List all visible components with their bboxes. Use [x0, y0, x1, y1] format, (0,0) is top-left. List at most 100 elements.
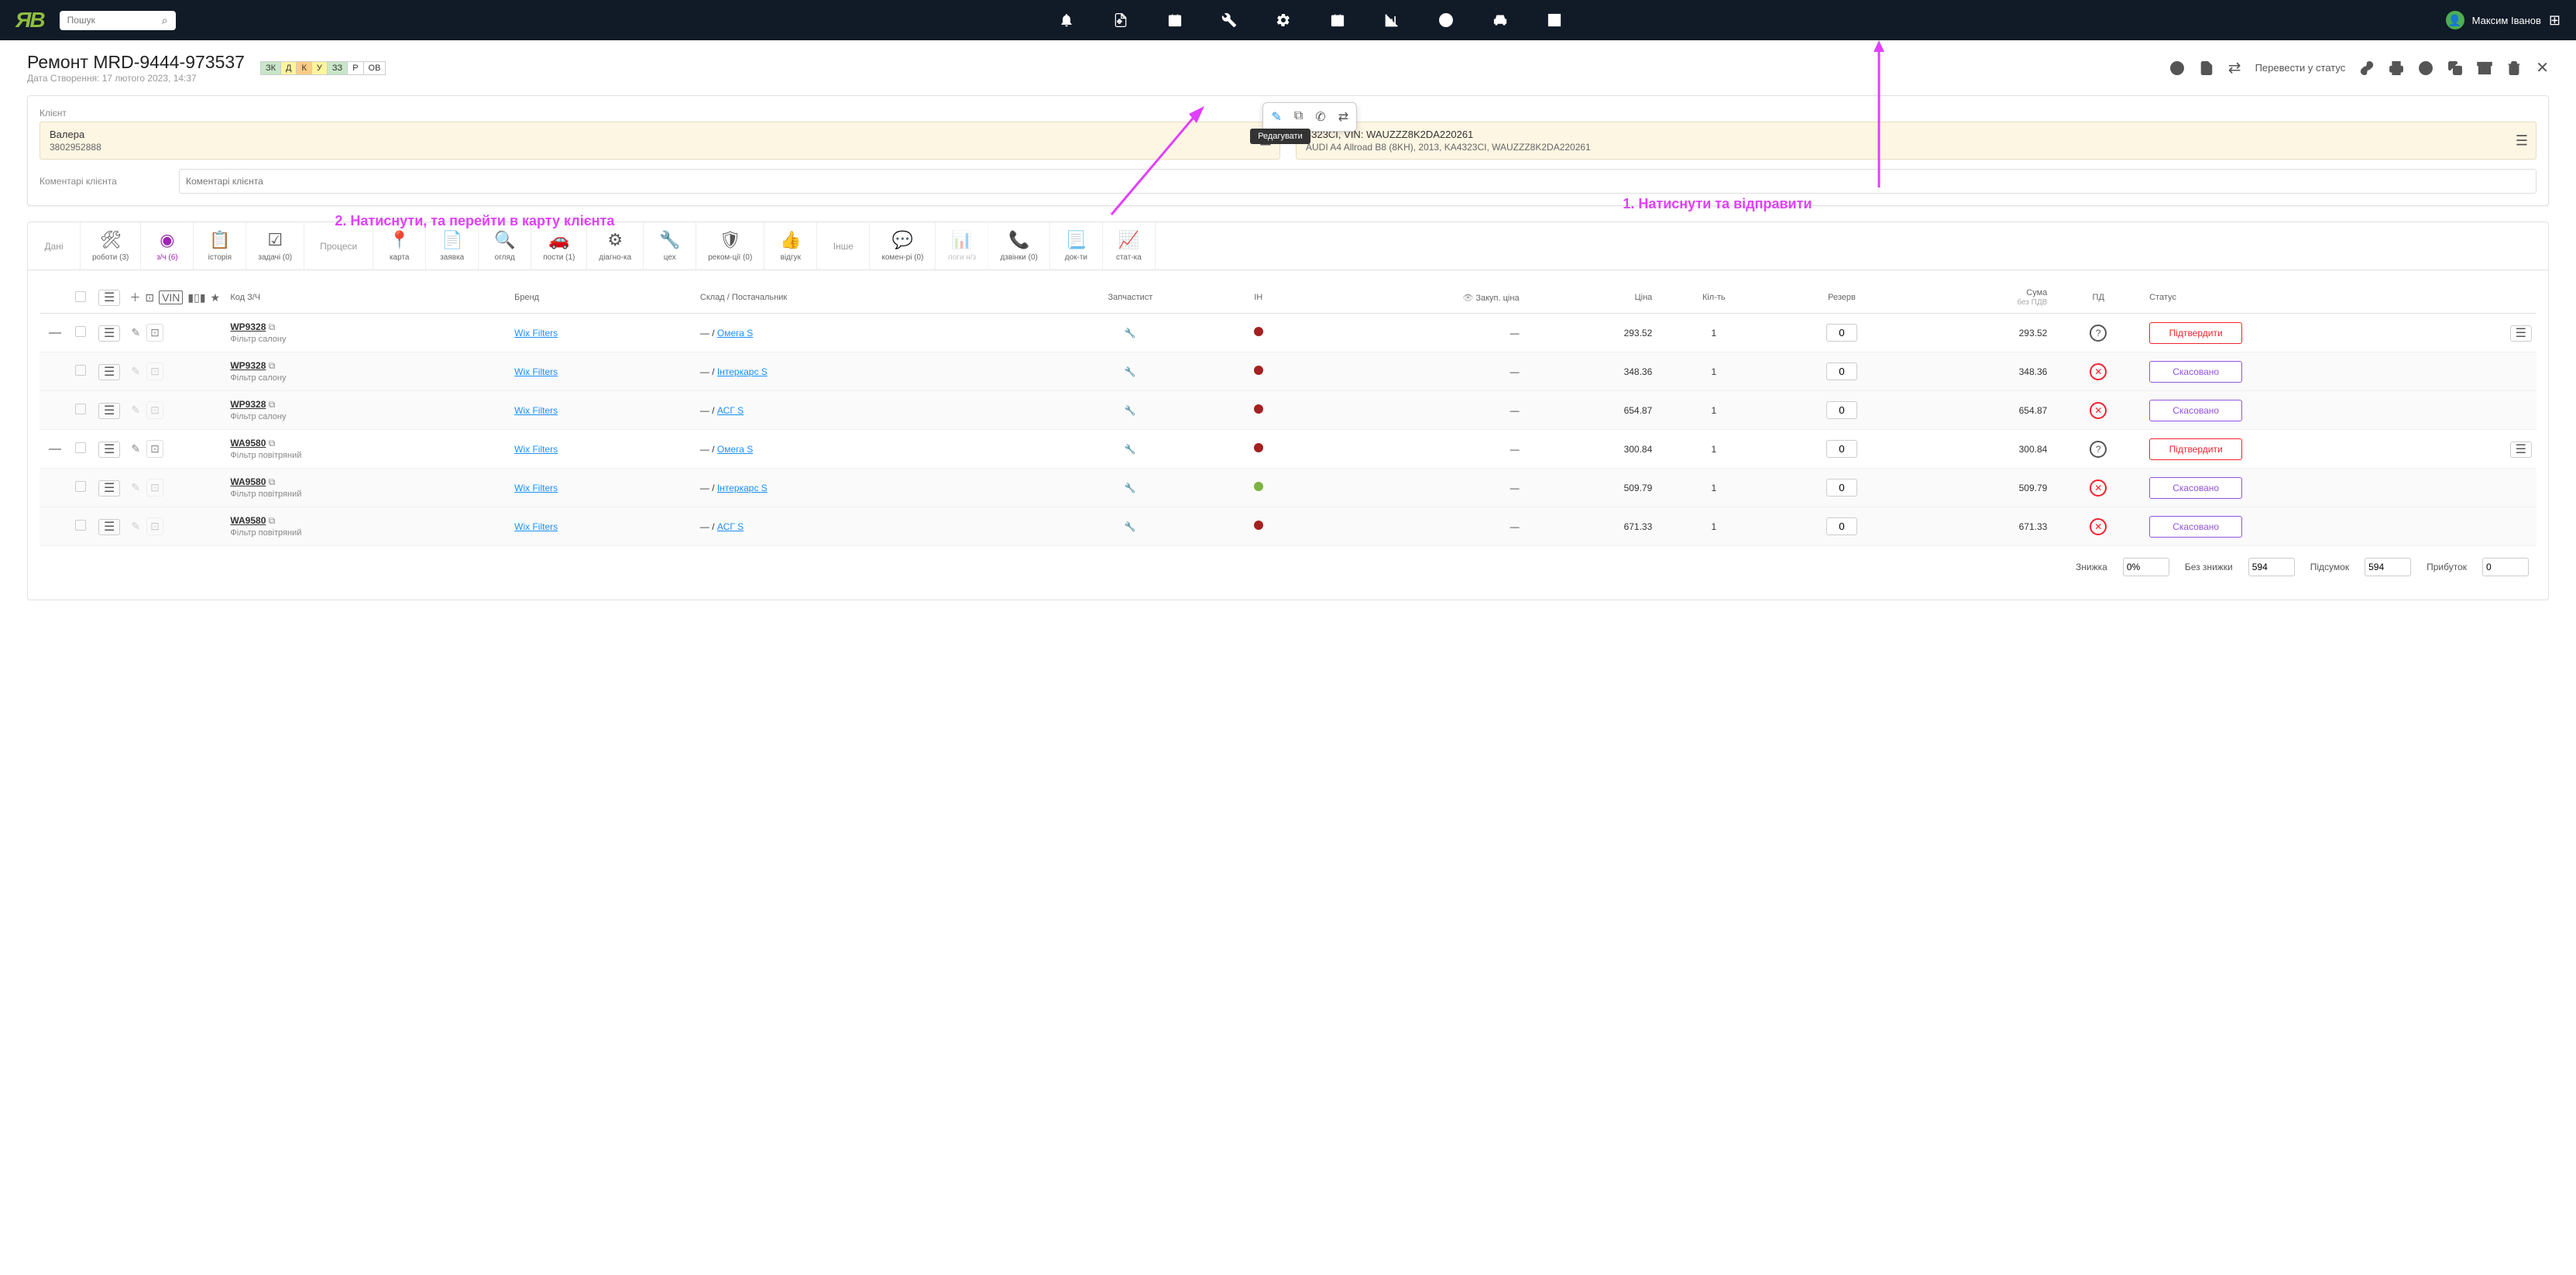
- supplier-link[interactable]: Інтеркарс S: [717, 366, 768, 377]
- phone-popup-icon[interactable]: ✆: [1312, 108, 1328, 126]
- grid-icon[interactable]: [1547, 12, 1562, 29]
- tab-history[interactable]: 📋історія: [194, 222, 246, 270]
- chart-icon[interactable]: [1384, 12, 1400, 29]
- status-button[interactable]: Підтвердити: [2149, 322, 2242, 344]
- row-checkbox[interactable]: [75, 481, 86, 492]
- cancel-x-icon[interactable]: ✕: [2090, 402, 2107, 419]
- cancel-x-icon[interactable]: ✕: [2090, 479, 2107, 497]
- status-button[interactable]: Скасовано: [2149, 477, 2242, 499]
- pill-ov[interactable]: ОВ: [364, 62, 386, 74]
- archive-icon[interactable]: [2477, 59, 2492, 77]
- header-checkbox[interactable]: [75, 291, 86, 302]
- collapse-button[interactable]: —: [44, 442, 66, 455]
- row-config-icon[interactable]: ⊡: [146, 401, 163, 419]
- row-menu-button[interactable]: ☰: [2510, 442, 2532, 458]
- copy-popup-icon[interactable]: ⧉: [1291, 108, 1306, 126]
- wrench-cell-icon[interactable]: 🔧: [1125, 328, 1136, 339]
- vehicle-box[interactable]: 4323CI, VIN: WAUZZZ8K2DA220261 AUDI A4 A…: [1296, 122, 2537, 160]
- row-drag-button[interactable]: ☰: [98, 442, 120, 458]
- brand-link[interactable]: Wix Filters: [514, 328, 558, 339]
- brand-link[interactable]: Wix Filters: [514, 483, 558, 493]
- part-code-link[interactable]: WA9580: [230, 438, 266, 448]
- supplier-link[interactable]: Омега S: [717, 328, 753, 339]
- row-drag-button[interactable]: ☰: [98, 325, 120, 342]
- eye-off-icon[interactable]: 👁: [1462, 294, 1473, 303]
- brand-link[interactable]: Wix Filters: [514, 366, 558, 377]
- copy-code-icon[interactable]: ⧉: [269, 515, 276, 526]
- apps-icon[interactable]: ⊞: [2549, 12, 2561, 29]
- copy-code-icon[interactable]: ⧉: [269, 438, 276, 448]
- pill-k[interactable]: К: [297, 62, 311, 74]
- pill-d[interactable]: Д: [281, 62, 297, 74]
- supplier-link[interactable]: АСГ S: [717, 521, 744, 532]
- reserve-input[interactable]: [1826, 479, 1857, 497]
- wrench-cell-icon[interactable]: 🔧: [1125, 521, 1136, 532]
- reserve-input[interactable]: [1826, 324, 1857, 342]
- file-plus-icon[interactable]: [1113, 12, 1128, 29]
- print-icon[interactable]: [2389, 59, 2404, 77]
- part-code-link[interactable]: WA9580: [230, 515, 266, 526]
- car-icon[interactable]: [1492, 12, 1508, 29]
- tab-data[interactable]: Дані: [28, 222, 81, 270]
- transfer-icon[interactable]: ⇄: [2228, 58, 2241, 77]
- swap-popup-icon[interactable]: ⇄: [1335, 108, 1352, 126]
- brand-link[interactable]: Wix Filters: [514, 521, 558, 532]
- user-area[interactable]: 👤 Максим Іванов ⊞: [2446, 11, 2561, 29]
- part-code-link[interactable]: WP9328: [230, 399, 266, 410]
- row-checkbox[interactable]: [75, 326, 86, 337]
- question-icon[interactable]: ?: [2090, 325, 2107, 342]
- wrench-cell-icon[interactable]: 🔧: [1125, 366, 1136, 377]
- wrench-cell-icon[interactable]: 🔧: [1125, 444, 1136, 455]
- pill-zk[interactable]: ЗК: [261, 62, 281, 74]
- row-edit-icon[interactable]: ✎: [129, 325, 142, 341]
- delete-icon[interactable]: [2506, 59, 2522, 77]
- tab-works[interactable]: 🛠роботи (3): [81, 222, 141, 270]
- row-checkbox[interactable]: [75, 404, 86, 414]
- tab-shop[interactable]: 🔧цех: [644, 222, 696, 270]
- wrench-cell-icon[interactable]: 🔧: [1125, 405, 1136, 416]
- cancel-x-icon[interactable]: ✕: [2090, 363, 2107, 380]
- comment-input[interactable]: [179, 169, 2537, 194]
- row-config-icon[interactable]: ⊡: [146, 479, 163, 497]
- supplier-link[interactable]: АСГ S: [717, 405, 744, 416]
- supplier-link[interactable]: Омега S: [717, 444, 753, 455]
- close-icon[interactable]: ✕: [2536, 58, 2549, 77]
- copy-icon[interactable]: [2447, 59, 2463, 77]
- tab-processes[interactable]: Процеси: [304, 222, 373, 270]
- calendar-check-icon[interactable]: [1167, 12, 1183, 29]
- without-input[interactable]: [2248, 558, 2295, 576]
- row-edit-icon[interactable]: ✎: [129, 363, 142, 380]
- vin-icon[interactable]: VIN: [159, 290, 183, 304]
- copy-code-icon[interactable]: ⧉: [269, 360, 276, 371]
- tab-comments[interactable]: 💬комен-рі (0): [870, 222, 936, 270]
- row-drag-button[interactable]: ☰: [98, 480, 120, 497]
- part-code-link[interactable]: WP9328: [230, 360, 266, 371]
- discount-input[interactable]: [2123, 558, 2169, 576]
- reserve-input[interactable]: [1826, 363, 1857, 380]
- barcode-icon[interactable]: ▮▯▮: [187, 291, 205, 304]
- tab-diag[interactable]: ⚙діагно-ка: [587, 222, 644, 270]
- scan-icon[interactable]: ⊡: [145, 291, 154, 304]
- vehicle-menu-button[interactable]: ☰: [2516, 132, 2528, 149]
- copy-code-icon[interactable]: ⧉: [269, 476, 276, 487]
- cancel-x-icon[interactable]: ✕: [2090, 518, 2107, 535]
- gear-icon[interactable]: [1276, 12, 1291, 29]
- tab-feedback[interactable]: 👍відгук: [764, 222, 817, 270]
- status-button[interactable]: Скасовано: [2149, 400, 2242, 421]
- row-drag-button[interactable]: ☰: [98, 519, 120, 535]
- tab-recom[interactable]: 🛡реком-ції (0): [696, 222, 764, 270]
- row-config-icon[interactable]: ⊡: [146, 363, 163, 380]
- row-checkbox[interactable]: [75, 365, 86, 376]
- row-menu-button[interactable]: ☰: [2510, 325, 2532, 342]
- star-icon[interactable]: ★: [211, 291, 221, 304]
- subtotal-input[interactable]: [2365, 558, 2411, 576]
- row-config-icon[interactable]: ⊡: [146, 517, 163, 535]
- tab-map[interactable]: 📍карта: [373, 222, 426, 270]
- tab-docs[interactable]: 📃док-ти: [1050, 222, 1103, 270]
- tab-calls[interactable]: 📞дзвінки (0): [988, 222, 1049, 270]
- pill-zz[interactable]: ЗЗ: [328, 62, 348, 74]
- wrench-cell-icon[interactable]: 🔧: [1125, 483, 1136, 493]
- question-icon[interactable]: ?: [2090, 441, 2107, 458]
- copy-code-icon[interactable]: ⧉: [269, 321, 276, 332]
- part-code-link[interactable]: WA9580: [230, 476, 266, 487]
